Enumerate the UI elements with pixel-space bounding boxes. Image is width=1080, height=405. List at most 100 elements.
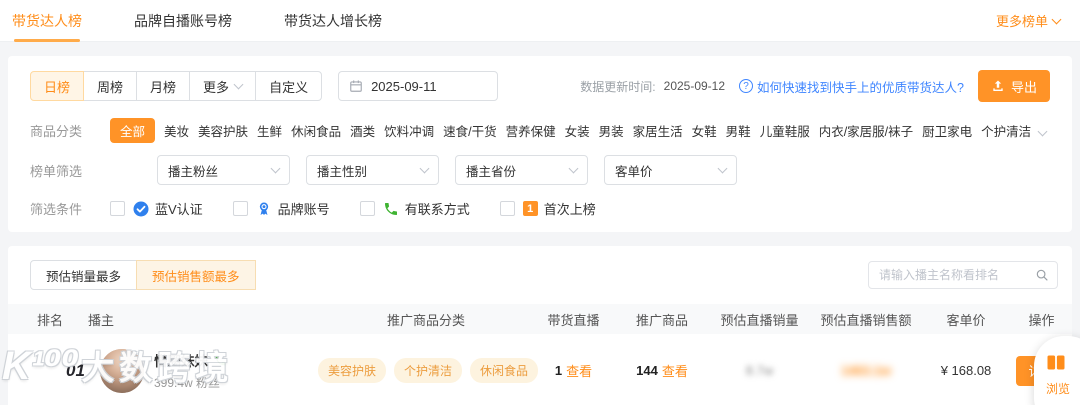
category-item[interactable]: 儿童鞋服 <box>760 121 810 140</box>
select-value: 客单价 <box>615 164 653 179</box>
update-time-value: 2025-09-12 <box>663 79 726 93</box>
avg-price-value: ¥ 168.08 <box>940 363 992 378</box>
tab-sales-influencer-ranking[interactable]: 带货达人榜 <box>12 0 82 42</box>
tab-label: 带货达人榜 <box>12 12 82 29</box>
sort-tab-gmv[interactable]: 预估销售额最多 <box>136 260 256 290</box>
filter-blue-v-verified[interactable]: 蓝V认证 <box>110 199 203 218</box>
column-header-promoted-categories: 推广商品分类 <box>386 312 465 328</box>
category-item[interactable]: 美容护肤 <box>198 121 248 140</box>
category-tag: 个护清洁 <box>394 358 463 383</box>
avg-price-select[interactable]: 客单价 <box>604 155 737 185</box>
column-header-rank: 排名 <box>37 312 64 328</box>
host-info: 懵圈妹妹 399.4w 粉丝 <box>154 350 227 391</box>
export-button[interactable]: 导出 <box>977 70 1050 102</box>
category-item[interactable]: 男装 <box>599 121 624 140</box>
column-header-live-sessions: 带货直播 <box>547 312 600 328</box>
period-tab-more[interactable]: 更多 <box>189 71 257 101</box>
checkbox[interactable] <box>359 201 375 216</box>
help-link[interactable]: ? 如何快速找到快手上的优质带货达人? <box>739 77 964 96</box>
category-tag: 美容护肤 <box>317 358 386 383</box>
category-item[interactable]: 饮料冲调 <box>384 121 434 140</box>
list-filter-row: 榜单筛选 播主粉丝 播主性别 播主省份 客单价 <box>30 155 1050 185</box>
column-header-promoted-products: 推广商品 <box>635 312 688 328</box>
category-item[interactable]: 厨卫家电 <box>922 121 972 140</box>
category-item[interactable]: 男鞋 <box>726 121 751 140</box>
chevron-down-icon <box>717 163 728 174</box>
category-item[interactable]: 内衣/家居服/袜子 <box>819 121 913 140</box>
tab-brand-selfbroadcast-ranking[interactable]: 品牌自播账号榜 <box>134 0 232 42</box>
browse-label: 浏览 <box>1046 382 1071 396</box>
select-value: 播主粉丝 <box>168 164 219 179</box>
period-tab-daily[interactable]: 日榜 <box>30 71 85 101</box>
est-live-gmv-blurred: 1463.1w <box>841 363 891 378</box>
filter-has-contact[interactable]: 有联系方式 <box>359 199 470 218</box>
category-item[interactable]: 女鞋 <box>692 121 717 140</box>
expand-categories-button[interactable] <box>1027 123 1050 138</box>
checkbox[interactable] <box>232 201 248 216</box>
search-icon[interactable] <box>1035 268 1049 282</box>
column-header-actions: 操作 <box>1028 312 1055 328</box>
avatar-blur <box>100 348 144 393</box>
tab-influencer-growth-ranking[interactable]: 带货达人增长榜 <box>284 0 382 42</box>
chevron-down-icon <box>1037 126 1048 137</box>
export-button-label: 导出 <box>1010 79 1037 95</box>
book-icon <box>1047 355 1065 370</box>
view-live-sessions-link[interactable]: 查看 <box>566 361 592 380</box>
condition-label: 首次上榜 <box>543 202 596 217</box>
period-tab-group: 日榜 周榜 月榜 更多 自定义 <box>30 71 323 101</box>
category-item[interactable]: 女装 <box>565 121 590 140</box>
category-item[interactable]: 酒类 <box>350 121 375 140</box>
table-row: 01 懵圈妹妹 399.4w 粉丝 美容护肤 个护清洁 休闲食品 1 查看 14… <box>8 334 1072 405</box>
category-item[interactable]: 美妆 <box>164 121 189 140</box>
category-item[interactable]: 休闲食品 <box>291 121 341 140</box>
question-circle-icon: ? <box>739 79 754 93</box>
category-item[interactable]: 个护清洁 <box>981 121 1031 140</box>
host-gender-select[interactable]: 播主性别 <box>306 155 439 185</box>
filter-first-on-list[interactable]: 1 首次上榜 <box>499 199 596 218</box>
table-toolbar: 预估销量最多 预估销售额最多 <box>8 260 1072 290</box>
promoted-category-tags: 美容护肤 个护清洁 休闲食品 <box>317 358 539 383</box>
more-rankings-link[interactable]: 更多榜单 <box>996 11 1062 30</box>
toolbar-row: 日榜 周榜 月榜 更多 自定义 2025-09-11 数据更新时间: 2025-… <box>30 70 1050 102</box>
category-tag: 休闲食品 <box>470 358 539 383</box>
filter-panel: 日榜 周榜 月榜 更多 自定义 2025-09-11 数据更新时间: 2025-… <box>8 56 1072 232</box>
help-link-label: 如何快速找到快手上的优质带货达人? <box>757 80 964 95</box>
date-picker[interactable]: 2025-09-11 <box>338 71 499 101</box>
host-province-select[interactable]: 播主省份 <box>455 155 588 185</box>
upload-icon <box>993 80 1003 91</box>
brand-badge-icon <box>259 202 268 215</box>
date-value: 2025-09-11 <box>371 78 437 94</box>
toolbar-right-group: 数据更新时间: 2025-09-12 ? 如何快速找到快手上的优质带货达人? 导… <box>580 70 1050 102</box>
category-item[interactable]: 营养保健 <box>506 121 556 140</box>
period-tab-monthly[interactable]: 月榜 <box>136 71 191 101</box>
chevron-down-icon <box>1051 14 1062 24</box>
condition-filter-row: 筛选条件 蓝V认证 品牌账号 有联系方式 1 首次上榜 <box>30 199 1050 218</box>
checkbox[interactable] <box>110 201 125 216</box>
follower-count: 399.4w 粉丝 <box>154 376 221 390</box>
floating-browse-widget[interactable]: 浏览 <box>1034 336 1080 405</box>
category-item[interactable]: 生鲜 <box>257 121 282 140</box>
period-tab-custom[interactable]: 自定义 <box>255 71 323 101</box>
host-followers-select[interactable]: 播主粉丝 <box>157 155 290 185</box>
category-item[interactable]: 速食/干货 <box>443 121 496 140</box>
category-item-all[interactable]: 全部 <box>110 118 156 143</box>
phone-icon[interactable] <box>214 354 227 367</box>
chevron-down-icon <box>568 163 579 174</box>
category-item[interactable]: 家居生活 <box>633 121 683 140</box>
condition-filter-label: 筛选条件 <box>30 202 83 217</box>
view-products-link[interactable]: 查看 <box>662 361 688 380</box>
filter-brand-account[interactable]: 品牌账号 <box>232 199 330 218</box>
blue-check-circle-icon <box>133 201 149 216</box>
calendar-icon <box>350 80 362 92</box>
search-host-input[interactable] <box>879 268 1035 282</box>
host-name[interactable]: 懵圈妹妹 <box>154 350 208 370</box>
checkbox[interactable] <box>499 201 515 216</box>
period-tab-weekly[interactable]: 周榜 <box>83 71 138 101</box>
condition-label: 品牌账号 <box>277 202 330 217</box>
chevron-down-icon <box>419 163 430 174</box>
condition-label: 蓝V认证 <box>155 202 203 217</box>
avatar[interactable] <box>100 348 144 393</box>
column-header-est-live-volume: 预估直播销量 <box>720 312 799 328</box>
sort-tab-volume[interactable]: 预估销量最多 <box>30 260 138 290</box>
category-list: 全部 美妆 美容护肤 生鲜 休闲食品 酒类 饮料冲调 速食/干货 营养保健 女装… <box>110 118 1031 143</box>
